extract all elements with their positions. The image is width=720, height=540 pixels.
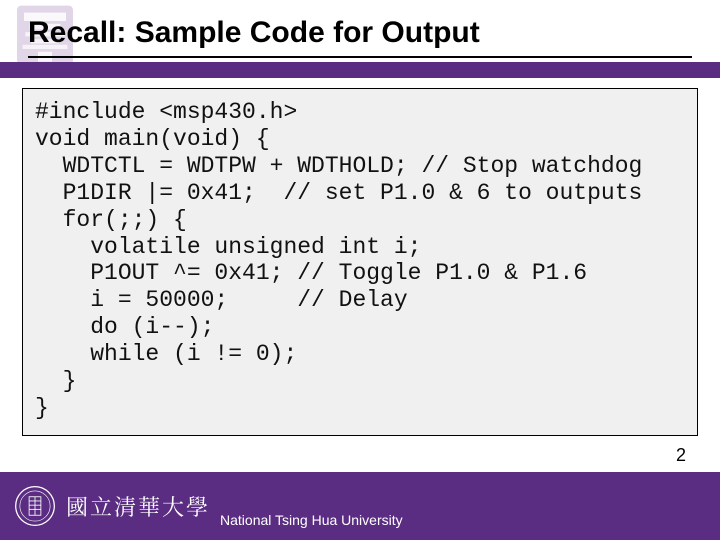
slide: Recall: Sample Code for Output #include … [0, 0, 720, 540]
code-sample-box: #include <msp430.h> void main(void) { WD… [22, 88, 698, 436]
page-number: 2 [676, 445, 686, 466]
title-accent-bar [0, 62, 720, 78]
slide-title: Recall: Sample Code for Output [28, 16, 480, 50]
footer-university-name-cn: 國立清華大學 [66, 491, 210, 522]
nthu-seal-icon [14, 485, 56, 527]
title-underline [28, 56, 692, 58]
footer-bar: 國立清華大學 National Tsing Hua University [0, 472, 720, 540]
footer-university-name-en: National Tsing Hua University [220, 512, 403, 528]
